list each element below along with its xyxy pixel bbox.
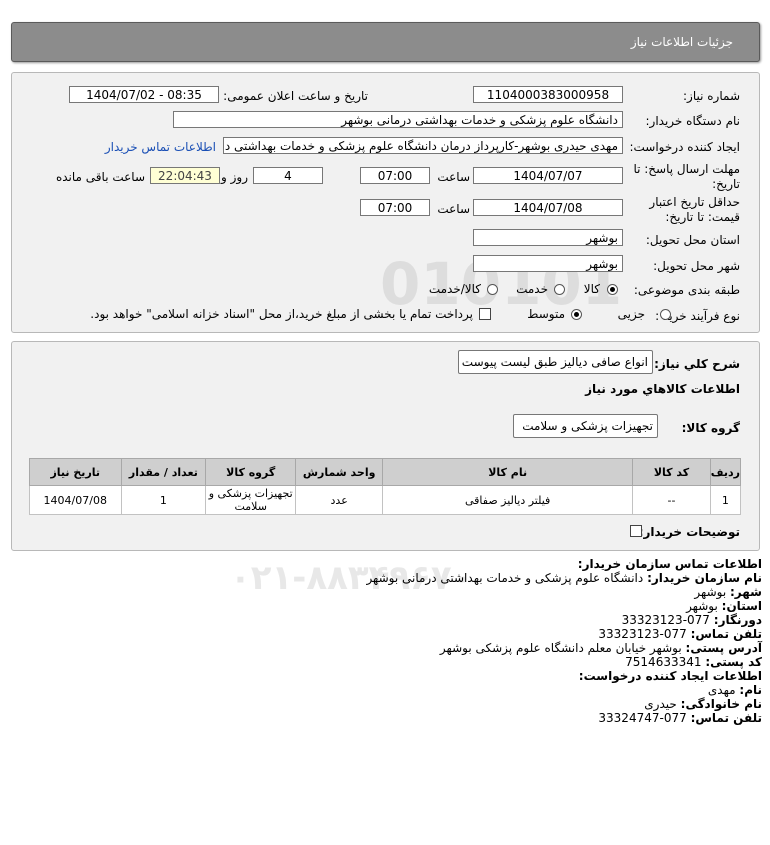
contact-org: نام سازمان خریدار: دانشگاه علوم پزشکی و … (366, 571, 762, 585)
deadline-label-1: مهلت ارسال پاسخ: تا (633, 162, 740, 176)
need-number-label: شماره نیاز: (683, 89, 740, 103)
treasury-checkbox[interactable] (479, 308, 491, 320)
group-label: گروه کالا: (681, 421, 740, 435)
creator-label: ایجاد کننده درخواست: (629, 140, 740, 154)
deadline-time-field: 07:00 (360, 167, 430, 184)
payment-note: پرداخت تمام یا بخشی از مبلغ خرید،از محل … (90, 307, 473, 321)
validity-date-field: 1404/07/08 (473, 199, 623, 216)
creator-field: مهدی حیدری بوشهر-کارپرداز درمان دانشگاه … (223, 137, 623, 154)
cell-group: تجهیزات پزشکی و سلامت (205, 485, 297, 515)
creator-phone: تلفن تماس: 077-33324747 (598, 711, 762, 725)
announce-label: تاریخ و ساعت اعلان عمومی: (223, 89, 368, 103)
category-label: طبقه بندی موضوعی: (633, 283, 740, 297)
col-qty: تعداد / مقدار (120, 458, 207, 486)
cell-code: -- (632, 485, 711, 515)
col-group: گروه کالا (205, 458, 297, 486)
days-label: روز و (221, 170, 248, 184)
validity-time-label: ساعت (437, 202, 470, 216)
goods-table-header: ردیف کد کالا نام کالا واحد شمارش گروه کا… (29, 458, 742, 486)
buyer-org-field: دانشگاه علوم پزشکی و خدمات بهداشتی درمان… (173, 111, 623, 128)
desc-label: شرح کلي نياز: (654, 357, 740, 371)
page-header: جزئیات اطلاعات نیاز (11, 22, 760, 62)
buyer-contact-link[interactable]: اطلاعات تماس خریدار (105, 140, 216, 154)
category-radio-goods-service[interactable] (487, 284, 498, 295)
contact-postal: کد پستی: 7514633341 (625, 655, 762, 669)
cell-qty: 1 (120, 485, 207, 515)
contact-address: آدرس پستی: بوشهر خیابان معلم دانشگاه علو… (439, 641, 762, 655)
days-field: 4 (253, 167, 323, 184)
remaining-label: ساعت باقی مانده (55, 170, 145, 184)
cell-date: 1404/07/08 (29, 485, 122, 515)
col-date: تاریخ نیاز (29, 458, 122, 486)
col-name: نام کالا (382, 458, 634, 486)
category-radio-service[interactable] (554, 284, 565, 295)
group-field: تجهیزات پزشکی و سلامت (513, 414, 658, 438)
category-radio-goods[interactable] (607, 284, 618, 295)
contact-city: شهر: بوشهر (694, 585, 762, 599)
col-row: ردیف (709, 458, 742, 486)
process-radio-medium[interactable] (571, 309, 582, 320)
province-label: استان محل تحویل: (645, 233, 740, 247)
cell-name: فیلتر دیالیز صفاقی (382, 485, 634, 515)
goods-table: ردیف کد کالا نام کالا واحد شمارش گروه کا… (29, 458, 742, 515)
city-label: شهر محل تحویل: (653, 259, 740, 273)
contact-title: اطلاعات تماس سازمان خریدار: (577, 557, 762, 571)
buyer-org-label: نام دستگاه خریدار: (645, 114, 741, 128)
contact-province: استان: بوشهر (686, 599, 762, 613)
creator-name: نام: مهدی (707, 683, 762, 697)
remaining-time-field: 22:04:43 (150, 167, 220, 184)
contact-fax: دورنگار: 077-33323123 (621, 613, 762, 627)
validity-time-field: 07:00 (360, 199, 430, 216)
col-unit: واحد شمارش (295, 458, 384, 486)
desc-field: انواع صافی دیالیز طبق لیست پیوست (458, 350, 653, 374)
process-option-medium: متوسط (527, 307, 565, 321)
cell-unit: عدد (295, 485, 384, 515)
buyer-notes-label: توضیحات خریدار: (638, 525, 740, 539)
city-field: بوشهر (473, 255, 623, 272)
page-title: جزئیات اطلاعات نیاز (630, 35, 733, 49)
validity-label-1: حداقل تاریخ اعتبار (649, 195, 740, 209)
col-code: کد کالا (632, 458, 711, 486)
category-option-service: خدمت (516, 282, 548, 296)
category-option-goods-service: کالا/خدمت (428, 282, 481, 296)
province-field: بوشهر (473, 229, 623, 246)
process-radio-minor[interactable] (660, 309, 671, 320)
goods-title: اطلاعات کالاهاي مورد نياز (585, 382, 740, 396)
process-option-minor: جزیی (617, 307, 645, 321)
creator-title: اطلاعات ایجاد کننده درخواست: (578, 669, 762, 683)
table-row: 1 -- فیلتر دیالیز صفاقی عدد تجهیزات پزشک… (29, 485, 742, 515)
validity-label-2: قیمت: تا تاریخ: (665, 210, 740, 224)
announce-field: 1404/07/02 - 08:35 (69, 86, 219, 103)
creator-family: نام خانوادگی: حیدری (644, 697, 762, 711)
deadline-label-2: تاریخ: (712, 177, 740, 191)
deadline-date-field: 1404/07/07 (473, 167, 623, 184)
contact-phone: تلفن تماس: 077-33323123 (598, 627, 762, 641)
deadline-time-label: ساعت (437, 170, 470, 184)
buyer-notes-checkbox[interactable] (630, 525, 642, 537)
cell-row: 1 (709, 485, 742, 515)
category-option-goods: کالا (583, 282, 600, 296)
need-number-field: 1104000383000958 (473, 86, 623, 103)
